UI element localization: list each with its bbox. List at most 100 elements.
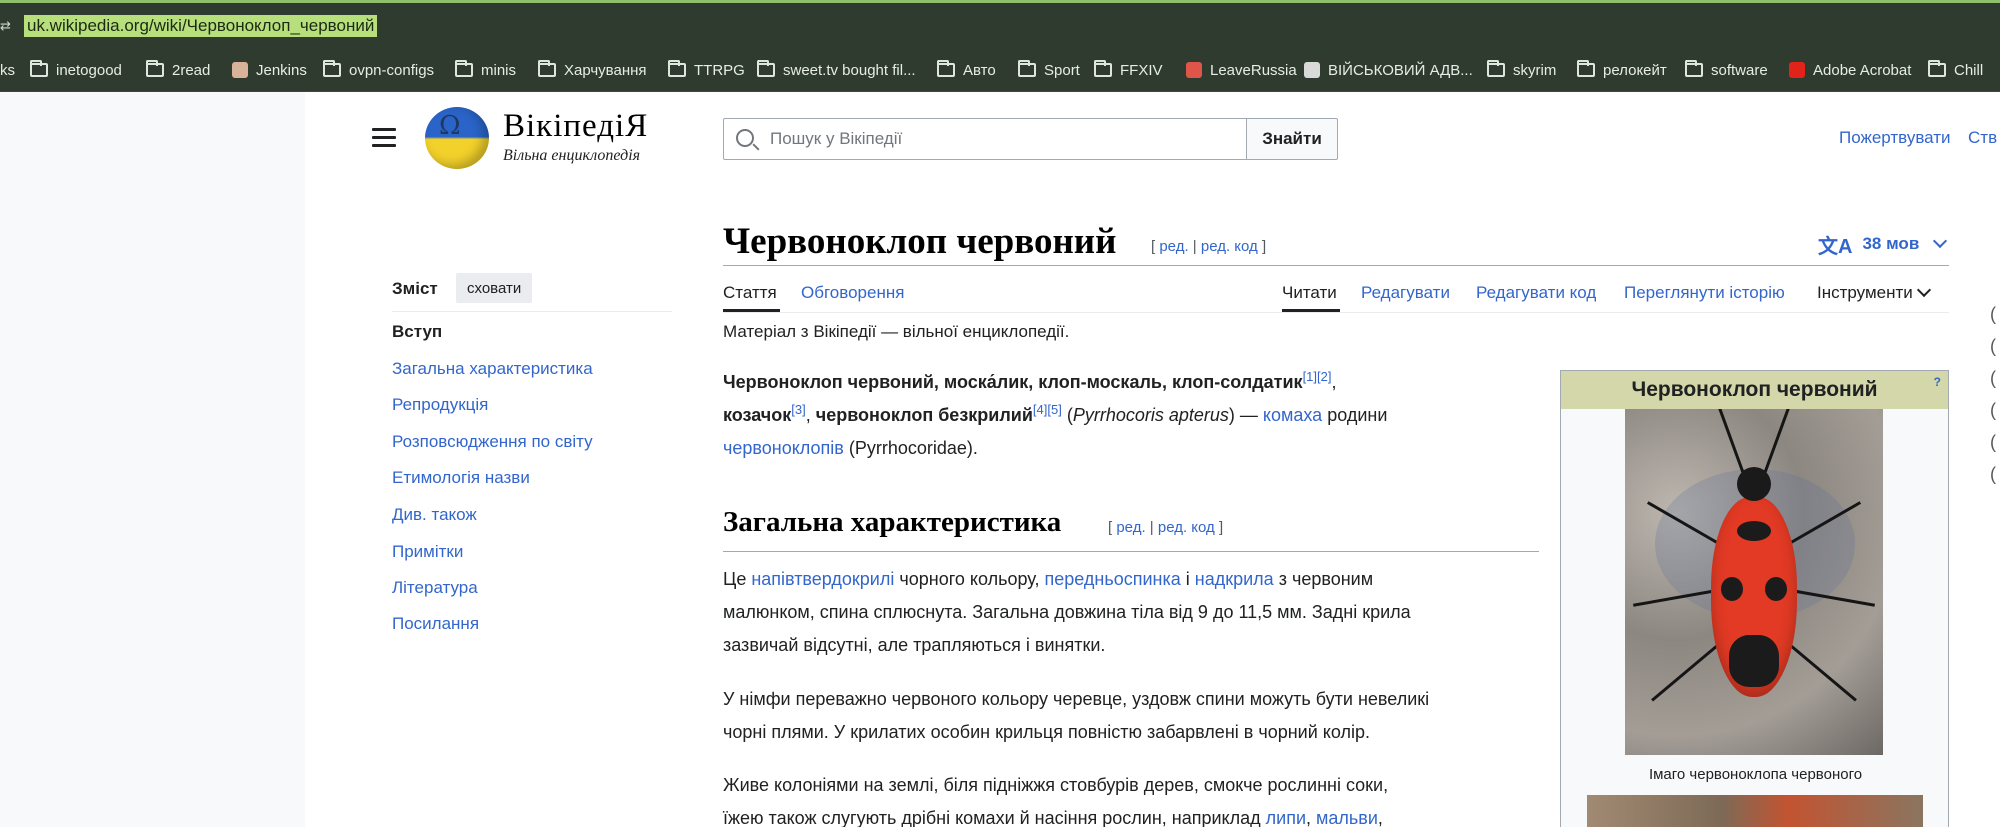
edit-code-link[interactable]: ред. код bbox=[1201, 238, 1258, 255]
link-hemiptera[interactable]: напівтвердокрилі bbox=[751, 569, 894, 589]
folder-icon bbox=[757, 60, 775, 77]
bookmark-item[interactable]: Adobe Acrobat bbox=[1789, 48, 1911, 92]
tab-edit-source[interactable]: Редагувати код bbox=[1476, 283, 1596, 303]
tab-edit[interactable]: Редагувати bbox=[1361, 283, 1450, 303]
bookmark-item[interactable]: ovpn-configs bbox=[323, 48, 434, 92]
infobox-caption: Імаго червоноклопа червоного bbox=[1648, 766, 1863, 783]
wordmark[interactable]: ВікіпедіЯ bbox=[503, 108, 648, 145]
section-edit-link[interactable]: ред. bbox=[1116, 519, 1145, 536]
wikipedia-globe-logo[interactable] bbox=[425, 107, 489, 169]
folder-icon bbox=[1577, 60, 1595, 77]
acrobat-icon bbox=[1789, 62, 1805, 78]
language-button[interactable]: 文A 38 мов bbox=[1818, 230, 1948, 258]
folder-icon bbox=[1487, 60, 1505, 77]
jenkins-icon bbox=[232, 62, 248, 78]
section-divider bbox=[723, 551, 1539, 552]
create-account-link[interactable]: Ств bbox=[1968, 128, 1997, 148]
bookmark-item[interactable]: software bbox=[1685, 48, 1768, 92]
lead-text: , bbox=[1331, 372, 1337, 392]
url-field[interactable]: uk.wikipedia.org/wiki/Червоноклоп_червон… bbox=[24, 15, 378, 37]
tools-menu[interactable]: Інструменти bbox=[1817, 282, 1931, 303]
link-mallow[interactable]: мальви bbox=[1316, 808, 1378, 827]
toc-item-general[interactable]: Загальна характеристика bbox=[392, 359, 593, 379]
link-family[interactable]: червоноклопів bbox=[723, 438, 844, 458]
search-icon bbox=[736, 129, 754, 147]
firebug-photo[interactable] bbox=[1625, 409, 1883, 755]
bookmark-item[interactable]: 2read bbox=[146, 48, 210, 92]
bookmark-item[interactable]: релокейт bbox=[1577, 48, 1667, 92]
edit-link[interactable]: ред. bbox=[1159, 238, 1188, 255]
search-input[interactable] bbox=[770, 119, 1240, 159]
link-linden[interactable]: липи bbox=[1266, 808, 1306, 827]
lead-bold-wingless: червоноклоп безкрилий bbox=[815, 405, 1033, 425]
bookmark-item[interactable]: Jenkins bbox=[232, 48, 307, 92]
section-heading: Загальна характеристика bbox=[723, 506, 1062, 538]
browser-address-bar: ⇄ uk.wikipedia.org/wiki/Червоноклоп_черв… bbox=[0, 0, 2000, 48]
firebug-photo-2[interactable] bbox=[1587, 795, 1923, 827]
toc-item-intro[interactable]: Вступ bbox=[392, 322, 442, 342]
bookmark-item[interactable]: inetogood bbox=[30, 48, 122, 92]
tab-article[interactable]: Стаття bbox=[723, 283, 777, 303]
bookmark-item[interactable]: ks bbox=[0, 48, 15, 92]
ref-4-5[interactable]: [4][5] bbox=[1033, 402, 1062, 417]
tab-talk[interactable]: Обговорення bbox=[801, 283, 904, 303]
toc-item-etymology[interactable]: Етимологія назви bbox=[392, 468, 530, 488]
toc-hide-button[interactable]: сховати bbox=[456, 273, 533, 303]
bookmark-item[interactable]: LeaveRussia bbox=[1186, 48, 1297, 92]
folder-icon bbox=[1928, 60, 1946, 77]
bookmark-label: software bbox=[1711, 61, 1768, 79]
translate-icon: 文A bbox=[1818, 235, 1853, 258]
para-text: зазвичай відсутні, але трапляються і вин… bbox=[723, 635, 1106, 655]
bookmark-item[interactable]: Chill bbox=[1928, 48, 1983, 92]
link-elytra[interactable]: надкрила bbox=[1195, 569, 1274, 589]
title-divider bbox=[723, 265, 1949, 266]
bookmark-item[interactable]: FFXIV bbox=[1094, 48, 1163, 92]
bookmark-item[interactable]: Авто bbox=[937, 48, 996, 92]
para-text: У німфи переважно червоного кольору чере… bbox=[723, 689, 1430, 709]
cropped-right-content: (((((( bbox=[1990, 304, 1996, 484]
chevron-down-icon bbox=[1933, 233, 1948, 249]
toc-item-links[interactable]: Посилання bbox=[392, 614, 479, 634]
site-icon bbox=[1304, 62, 1320, 78]
site-info-icon[interactable]: ⇄ bbox=[0, 18, 16, 34]
bookmark-item[interactable]: skyrim bbox=[1487, 48, 1556, 92]
folder-icon bbox=[146, 60, 164, 77]
bookmark-label: Авто bbox=[963, 61, 996, 79]
ref-3[interactable]: [3] bbox=[791, 402, 805, 417]
bookmark-item[interactable]: minis bbox=[455, 48, 516, 92]
link-pronotum[interactable]: передньоспинка bbox=[1045, 569, 1181, 589]
section-edit-code-link[interactable]: ред. код bbox=[1158, 519, 1215, 536]
wordmark-tagline: Вільна енциклопедія bbox=[503, 147, 641, 164]
bookmark-item[interactable]: Харчування bbox=[538, 48, 647, 92]
infobox-title: Червоноклоп червоний ? bbox=[1561, 371, 1948, 409]
para-text: малюнком, спина сплюснута. Загальна довж… bbox=[723, 602, 1411, 622]
toc-item-see-also[interactable]: Див. також bbox=[392, 505, 477, 525]
bookmark-label: ВІЙСЬКОВИЙ АДВ... bbox=[1328, 61, 1473, 79]
toc-item-literature[interactable]: Література bbox=[392, 578, 478, 598]
bookmark-label: Adobe Acrobat bbox=[1813, 61, 1912, 79]
tab-history[interactable]: Переглянути історію bbox=[1624, 283, 1785, 303]
main-menu-icon[interactable] bbox=[372, 128, 396, 147]
bookmark-item[interactable]: TTRPG bbox=[668, 48, 745, 92]
toc-item-reproduction[interactable]: Репродукція bbox=[392, 395, 488, 415]
tab-read[interactable]: Читати bbox=[1282, 283, 1337, 303]
para-text: , bbox=[1306, 808, 1317, 827]
site-subtitle: Матеріал з Вікіпедії — вільної енциклопе… bbox=[723, 322, 1070, 341]
toc-item-notes[interactable]: Примітки bbox=[392, 542, 463, 562]
toc-item-distribution[interactable]: Розповсюдження по світу bbox=[392, 432, 593, 452]
bookmark-item[interactable]: sweet.tv bought fil... bbox=[757, 48, 916, 92]
infobox-help-link[interactable]: ? bbox=[1934, 363, 1941, 401]
link-insect[interactable]: комаха bbox=[1263, 405, 1322, 425]
infobox: Червоноклоп червоний ? Імаго червоноклоп… bbox=[1560, 370, 1949, 827]
bookmark-item[interactable]: ВІЙСЬКОВИЙ АДВ... bbox=[1304, 48, 1473, 92]
folder-icon bbox=[1094, 60, 1112, 77]
search-box bbox=[723, 118, 1247, 160]
folder-icon bbox=[30, 60, 48, 77]
search-button[interactable]: Знайти bbox=[1246, 118, 1338, 160]
bookmark-item[interactable]: Sport bbox=[1018, 48, 1080, 92]
tabs-divider bbox=[723, 312, 1949, 313]
bookmark-label: Sport bbox=[1044, 61, 1080, 79]
donate-link[interactable]: Пожертвувати bbox=[1839, 128, 1951, 148]
bookmark-label: sweet.tv bought fil... bbox=[783, 61, 916, 79]
ref-1-2[interactable]: [1][2] bbox=[1303, 369, 1332, 384]
